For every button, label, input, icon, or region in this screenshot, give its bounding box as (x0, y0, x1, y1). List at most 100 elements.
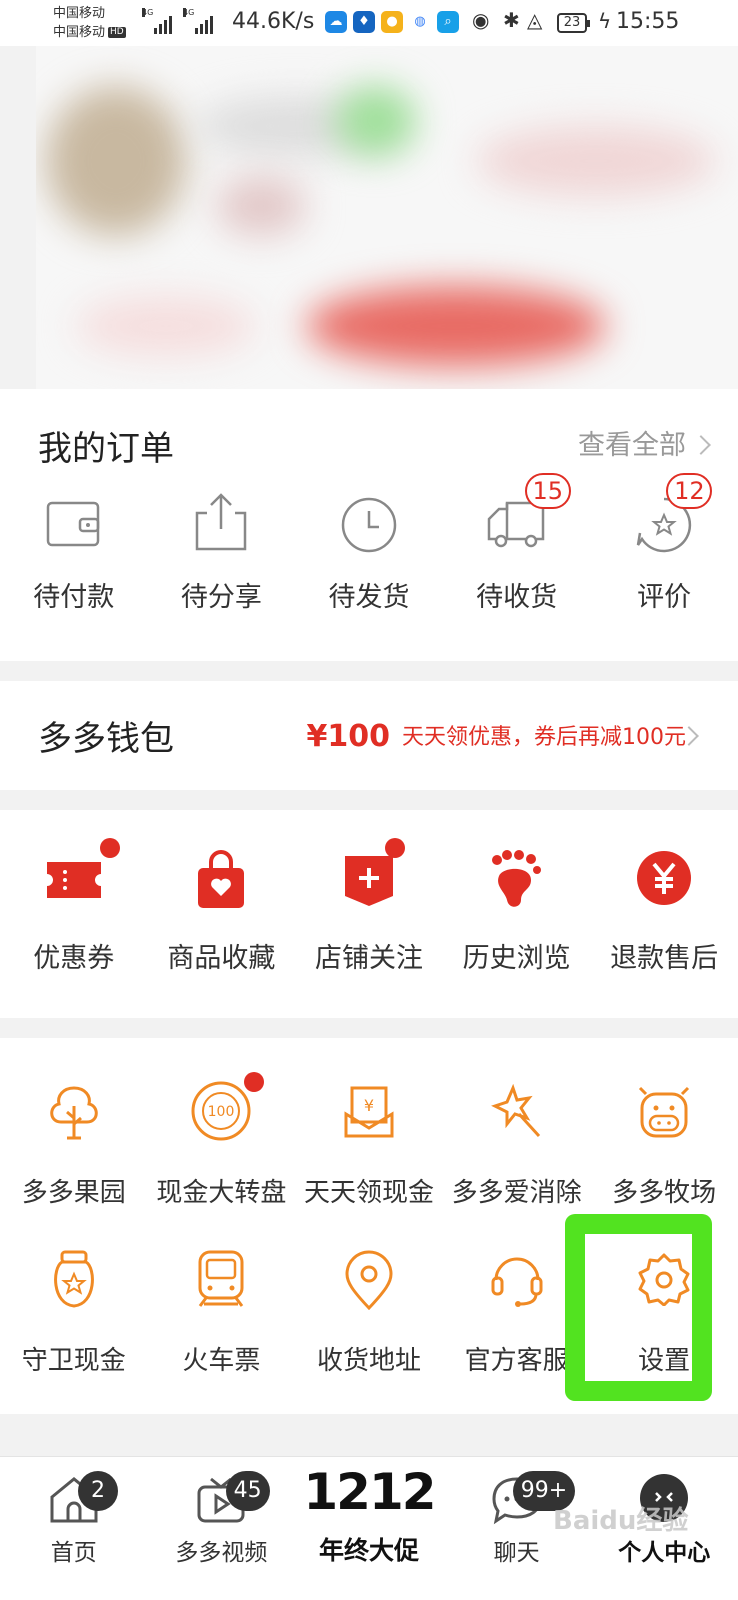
location-pin-icon (345, 1250, 393, 1310)
clock-time: 15:55 (616, 9, 680, 34)
weibo-app-icon: ● (381, 11, 403, 33)
wallet-title: 多多钱包 (38, 719, 174, 759)
bluetooth-icon: ✱ (503, 8, 520, 32)
green-badge-blur (336, 86, 416, 156)
carrier-name-1: 中国移动 (53, 6, 106, 21)
service-label: 现金大转盘 (156, 1178, 287, 1208)
service-label: 多多果园 (21, 1178, 126, 1208)
shortcut-store-follow[interactable]: 店铺关注 (295, 838, 443, 1006)
right-info-blur (476, 126, 716, 196)
eye-icon: ◉ (472, 8, 490, 32)
avatar (46, 86, 186, 236)
order-label: 待收货 (476, 582, 558, 613)
shortcut-label: 优惠券 (33, 943, 115, 974)
cash-text: ¥ (364, 1096, 374, 1115)
shortcut-label: 退款售后 (610, 943, 719, 974)
see-all-label: 查看全部 (578, 430, 686, 461)
review-badge: 12 (666, 473, 713, 509)
network-tag: 4G (142, 8, 154, 17)
signal-icon-2: 4G (183, 8, 213, 34)
service-label: 多多牧场 (612, 1178, 717, 1208)
promo-1212-logo: 1212 (303, 1463, 436, 1521)
order-pending-payment[interactable]: 待付款 (0, 489, 148, 639)
nav-label: 首页 (50, 1540, 97, 1566)
orders-card: 我的订单 查看全部 待付款 待分享 待发货 15 待收货 12 评价 (0, 389, 738, 661)
left-button-blur (76, 296, 256, 356)
service-cash-wheel[interactable]: 100 现金大转盘 (148, 1072, 296, 1244)
baidu-watermark: Baidu经验 (553, 1506, 689, 1536)
cow-icon (639, 1086, 690, 1138)
wheel-100-icon: 100 (191, 1081, 251, 1141)
footprint-icon (491, 850, 541, 907)
nav-videos[interactable]: 45 多多视频 (148, 1457, 296, 1600)
chevron-right-icon (691, 434, 711, 455)
signal-icon: 4G (142, 8, 172, 34)
hd-badge: HD (108, 27, 126, 38)
order-review[interactable]: 12 评价 (590, 473, 738, 639)
shortcut-history[interactable]: 历史浏览 (443, 846, 591, 1006)
service-label: 火车票 (182, 1346, 261, 1376)
clock-icon (341, 497, 397, 553)
browser-app-icon: ◍ (409, 11, 431, 33)
nav-label: 个人中心 (618, 1540, 711, 1566)
weather-app-icon: ☁ (325, 11, 347, 33)
order-label: 待付款 (33, 582, 115, 613)
wallet-promo[interactable]: ¥100 天天领优惠，券后再减100元 (307, 719, 687, 754)
settings-highlight-box (565, 1214, 712, 1401)
carrier-info: 中国移动 中国移动 HD (53, 4, 126, 42)
notification-dot (243, 1072, 264, 1092)
refund-yen-icon (637, 851, 692, 905)
search-app-icon: ⌕ (437, 11, 459, 33)
shortcut-coupons[interactable]: 优惠券 (0, 838, 148, 1006)
nav-promo-1212[interactable]: 1212 年终大促 (295, 1457, 443, 1600)
mute-bell-icon: ◬ (527, 8, 543, 32)
network-tag-2: 4G (183, 8, 195, 17)
status-bar: 中国移动 中国移动 HD 4G 4G 44.6K/s ☁ ♦ ● ◍ ⌕ ◉ ✱ … (0, 0, 738, 46)
notification-dot (100, 838, 120, 858)
home-badge: 2 (78, 1471, 118, 1511)
service-guard-cash[interactable]: 守卫现金 (0, 1250, 148, 1410)
tree-icon (50, 1086, 98, 1140)
orders-title: 我的订单 (38, 429, 174, 469)
shortcut-label: 商品收藏 (167, 943, 276, 974)
nav-label: 年终大促 (318, 1536, 419, 1565)
headset-icon (491, 1257, 543, 1307)
network-speed: 44.6K/s (232, 9, 315, 34)
train-icon (198, 1250, 244, 1307)
wallet-card[interactable]: 多多钱包 ¥100 天天领优惠，券后再减100元 (0, 681, 738, 790)
order-pending-share[interactable]: 待分享 (148, 489, 296, 639)
service-daily-cash[interactable]: ¥ 天天领现金 (295, 1084, 443, 1244)
shortcut-favorites[interactable]: 商品收藏 (148, 846, 296, 1006)
coupon-icon (46, 862, 101, 898)
order-label: 待分享 (180, 582, 262, 613)
order-label: 待发货 (328, 582, 410, 613)
nav-home[interactable]: 2 首页 (0, 1457, 148, 1600)
notification-dot (385, 838, 406, 858)
service-train-tickets[interactable]: 火车票 (148, 1250, 296, 1410)
charging-icon: ϟ (598, 9, 612, 33)
share-icon (196, 493, 247, 551)
see-all-orders-link[interactable]: 查看全部 (578, 423, 711, 462)
wallet-promo-text: 天天领优惠，券后再减100元 (402, 725, 686, 750)
shortcut-label: 店铺关注 (314, 943, 423, 974)
service-orchard[interactable]: 多多果园 (0, 1084, 148, 1244)
order-pending-receipt[interactable]: 15 待收货 (443, 473, 591, 639)
service-shipping-address[interactable]: 收货地址 (295, 1250, 443, 1410)
profile-header-blurred[interactable] (36, 46, 738, 389)
shortcut-refund[interactable]: 退款售后 (590, 846, 738, 1006)
battery-icon: 23 (557, 13, 590, 33)
nav-label: 多多视频 (175, 1540, 268, 1566)
shortcuts-card: 优惠券 商品收藏 店铺关注 历史浏览 退款售后 (0, 810, 738, 1018)
service-label: 守卫现金 (21, 1346, 126, 1376)
red-button-blur (306, 286, 606, 366)
order-pending-delivery[interactable]: 待发货 (295, 489, 443, 639)
carrier-name-2: 中国移动 (53, 25, 106, 40)
cash-jar-icon (53, 1250, 94, 1308)
service-label: 多多爱消除 (451, 1178, 582, 1208)
favorite-bag-icon (198, 850, 245, 908)
order-label: 评价 (637, 582, 692, 613)
videos-badge: 45 (225, 1471, 270, 1511)
cash-envelope-icon: ¥ (344, 1086, 394, 1138)
pending-receipt-badge: 15 (524, 473, 571, 509)
shortcut-label: 历史浏览 (462, 943, 571, 974)
